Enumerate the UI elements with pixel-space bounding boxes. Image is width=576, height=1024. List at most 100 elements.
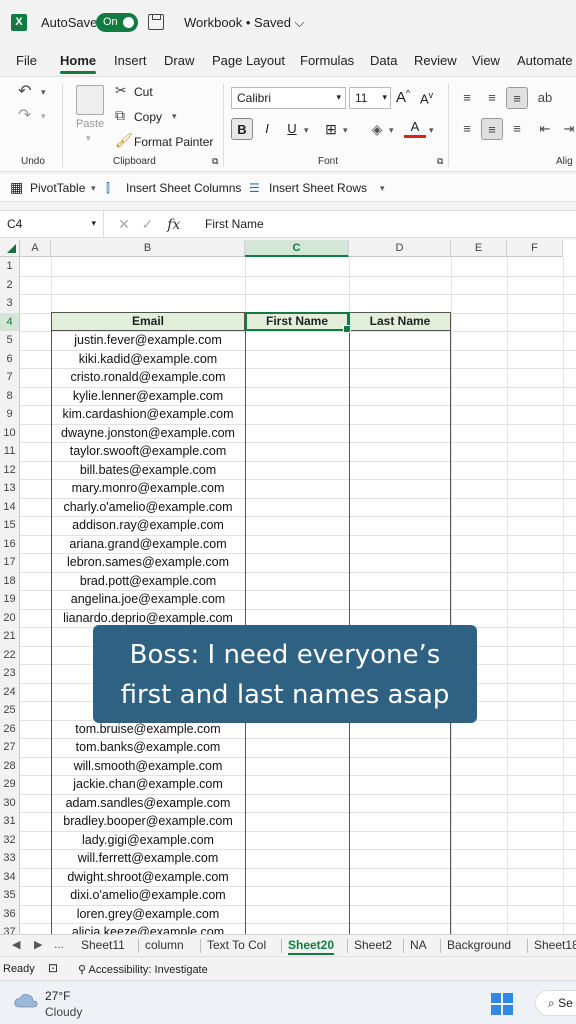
prev-sheet-icon[interactable]: ◀ xyxy=(12,938,20,951)
insert-rows-button[interactable]: Insert Sheet Rows xyxy=(269,181,367,195)
tab-formulas[interactable]: Formulas xyxy=(300,53,354,68)
insert-function-icon[interactable]: fx xyxy=(167,217,180,233)
row-header[interactable]: 19 xyxy=(0,590,20,609)
undo-icon[interactable]: ↶ xyxy=(18,81,31,101)
paste-button[interactable]: Paste xyxy=(76,118,104,130)
row-header[interactable]: 23 xyxy=(0,664,20,683)
pivot-table-icon[interactable]: ▦ xyxy=(10,179,23,196)
sheet-tab[interactable]: column xyxy=(145,937,184,953)
copy-button[interactable]: Copy xyxy=(134,110,162,124)
align-top-icon[interactable]: ≡ xyxy=(456,87,478,109)
chevron-down-icon[interactable]: ▾ xyxy=(41,111,46,122)
row-header[interactable]: 10 xyxy=(0,423,20,442)
email-cell[interactable]: kylie.lenner@example.com xyxy=(51,387,245,406)
next-sheet-icon[interactable]: ▶ xyxy=(34,938,42,951)
spreadsheet-grid[interactable]: A B C D E F 1 2 3 4 5 6 7 8 9 10 11 12 13 14 15 16 17 18 19 20 21 2… xyxy=(0,240,576,934)
save-icon[interactable] xyxy=(148,14,164,30)
row-header[interactable]: 24 xyxy=(0,682,20,701)
format-painter-button[interactable]: Format Painter xyxy=(134,135,213,149)
cancel-icon[interactable]: ✕ xyxy=(118,216,130,232)
insert-columns-button[interactable]: Insert Sheet Columns xyxy=(126,181,241,195)
insert-columns-icon[interactable]: ⫿ xyxy=(106,181,110,196)
paste-icon[interactable] xyxy=(76,85,104,115)
align-left-icon[interactable]: ≡ xyxy=(456,118,478,140)
cut-button[interactable]: Cut xyxy=(134,85,153,99)
copy-icon[interactable]: ⧉ xyxy=(115,107,125,124)
chevron-down-icon[interactable]: ▾ xyxy=(304,125,309,136)
row-header[interactable]: 14 xyxy=(0,497,20,516)
tab-data[interactable]: Data xyxy=(370,53,397,68)
row-header[interactable]: 33 xyxy=(0,849,20,868)
bold-button[interactable]: B xyxy=(231,118,253,140)
dialog-launcher-icon[interactable]: ⧉ xyxy=(437,156,443,167)
align-center-icon[interactable]: ≡ xyxy=(481,118,503,140)
formula-input[interactable]: First Name xyxy=(205,217,264,231)
fill-color-icon[interactable]: ◈ xyxy=(366,118,388,140)
increase-indent-icon[interactable]: ⇥ xyxy=(558,118,576,140)
row-header[interactable]: 20 xyxy=(0,608,20,627)
tab-view[interactable]: View xyxy=(472,53,500,68)
email-cell[interactable]: tom.banks@example.com xyxy=(51,738,245,757)
underline-button[interactable]: U xyxy=(281,118,303,140)
confirm-icon[interactable]: ✓ xyxy=(142,216,154,232)
email-cell[interactable]: ariana.grand@example.com xyxy=(51,535,245,554)
column-header[interactable]: E xyxy=(451,240,507,257)
row-header[interactable]: 17 xyxy=(0,553,20,572)
chevron-down-icon[interactable]: ▾ xyxy=(172,111,177,122)
more-sheets-button[interactable]: ... xyxy=(54,937,64,951)
row-header[interactable]: 9 xyxy=(0,405,20,424)
email-cell[interactable]: bradley.booper@example.com xyxy=(51,812,245,831)
email-cell[interactable]: bill.bates@example.com xyxy=(51,461,245,480)
row-header[interactable]: 29 xyxy=(0,775,20,794)
email-cell[interactable]: dwight.shroot@example.com xyxy=(51,868,245,887)
email-cell[interactable]: adam.sandles@example.com xyxy=(51,794,245,813)
row-header[interactable]: 4 xyxy=(0,312,20,331)
select-all-button[interactable] xyxy=(0,240,20,257)
table-header-email[interactable]: Email xyxy=(51,312,245,331)
email-cell[interactable]: charly.o'amelio@example.com xyxy=(51,498,245,517)
table-header-last[interactable]: Last Name xyxy=(349,312,451,331)
sheet-tab[interactable]: Sheet18 xyxy=(534,937,576,953)
font-name-select[interactable]: Calibri ▾ xyxy=(231,87,346,109)
font-size-select[interactable]: 11 ▾ xyxy=(349,87,391,109)
email-cell[interactable]: angelina.joe@example.com xyxy=(51,590,245,609)
accessibility-status[interactable]: ⚲ Accessibility: Investigate xyxy=(78,963,208,976)
insert-rows-icon[interactable]: ☰ xyxy=(249,181,260,195)
row-header[interactable]: 3 xyxy=(0,294,20,313)
tab-file[interactable]: File xyxy=(16,53,37,68)
column-header[interactable]: C xyxy=(245,240,349,257)
format-painter-icon[interactable]: 🖌 xyxy=(115,132,133,149)
row-header[interactable]: 36 xyxy=(0,904,20,923)
row-header[interactable]: 21 xyxy=(0,627,20,646)
weather-temperature[interactable]: 27°F xyxy=(45,989,70,1003)
sheet-tab[interactable]: NA xyxy=(410,937,427,953)
chevron-down-icon[interactable]: ▾ xyxy=(343,125,348,136)
scissors-icon[interactable]: ✂ xyxy=(115,82,127,99)
column-header[interactable]: B xyxy=(51,240,245,257)
sheet-tab[interactable]: Sheet20 xyxy=(288,937,335,955)
email-cell[interactable]: lady.gigi@example.com xyxy=(51,831,245,850)
row-header[interactable]: 18 xyxy=(0,571,20,590)
sheet-tab[interactable]: Sheet2 xyxy=(354,937,392,953)
row-header[interactable]: 31 xyxy=(0,812,20,831)
email-cell[interactable]: will.ferrett@example.com xyxy=(51,849,245,868)
row-header[interactable]: 8 xyxy=(0,386,20,405)
email-cell[interactable]: kim.cardashion@example.com xyxy=(51,405,245,424)
camera-icon[interactable]: ⊡ xyxy=(48,961,58,975)
email-cell[interactable]: kiki.kadid@example.com xyxy=(51,350,245,369)
email-cell[interactable]: mary.monro@example.com xyxy=(51,479,245,498)
cloud-icon[interactable] xyxy=(14,992,38,1008)
row-header[interactable]: 5 xyxy=(0,331,20,350)
column-header[interactable]: F xyxy=(507,240,563,257)
row-header[interactable]: 11 xyxy=(0,442,20,461)
row-header[interactable]: 1 xyxy=(0,257,20,276)
row-header[interactable]: 6 xyxy=(0,349,20,368)
tab-automate[interactable]: Automate xyxy=(517,53,573,68)
pivot-table-button[interactable]: PivotTable xyxy=(30,181,85,195)
autosave-toggle[interactable]: On xyxy=(96,13,138,32)
dialog-launcher-icon[interactable]: ⧉ xyxy=(212,156,218,167)
chevron-down-icon[interactable]: ▾ xyxy=(91,183,96,194)
decrease-indent-icon[interactable]: ⇤ xyxy=(534,118,556,140)
email-cell[interactable]: dixi.o'amelio@example.com xyxy=(51,886,245,905)
orientation-icon[interactable]: ab xyxy=(534,87,556,109)
